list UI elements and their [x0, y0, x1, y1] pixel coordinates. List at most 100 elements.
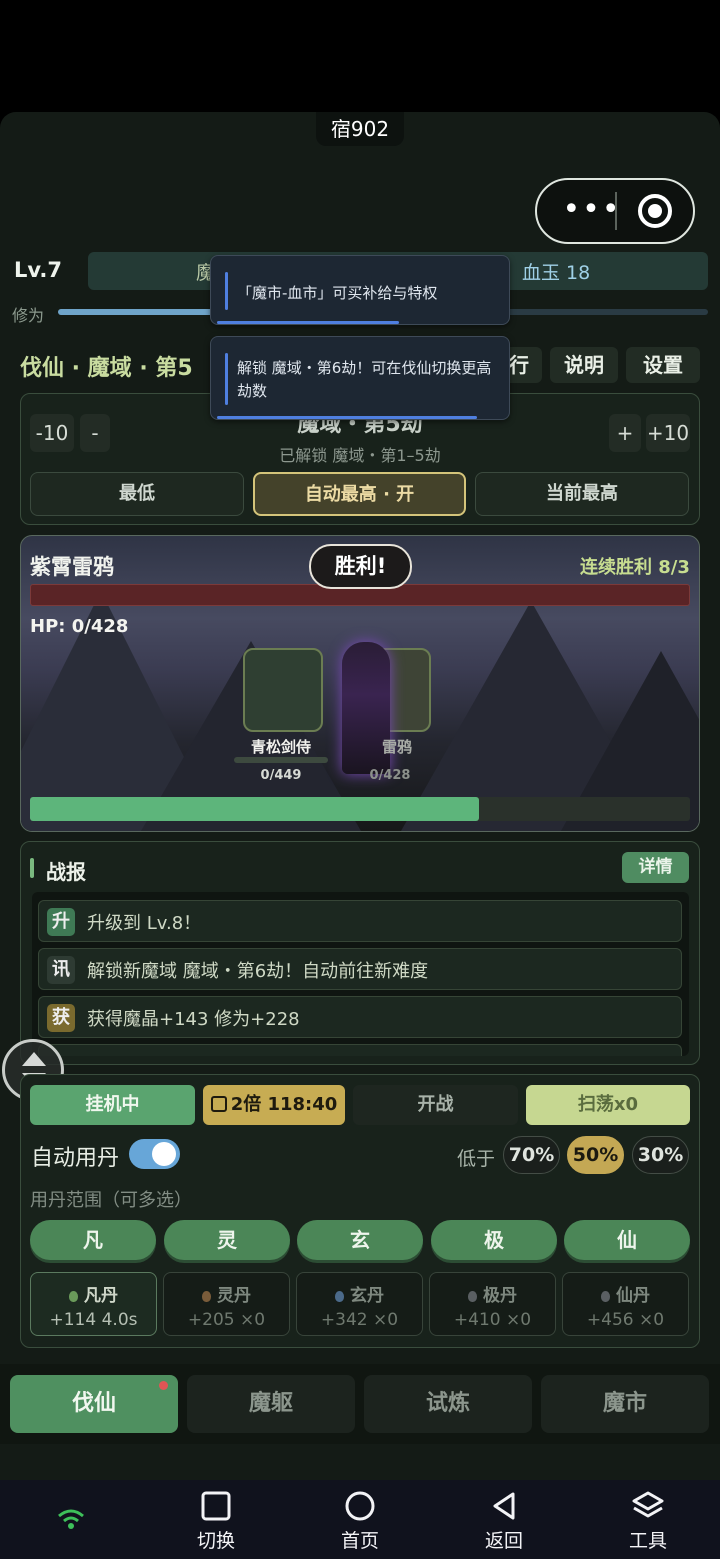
dan-name: 仙丹: [616, 1286, 650, 1306]
toast-progress: [217, 321, 399, 324]
status-bar: [0, 0, 720, 112]
close-target-icon[interactable]: [638, 194, 672, 228]
xuan-dan-icon: [335, 1291, 344, 1302]
tab-faxian[interactable]: 伐仙: [10, 1375, 178, 1433]
nav-back[interactable]: 返回: [464, 1490, 544, 1553]
dan-card-ling[interactable]: 灵丹 +205 ×0: [163, 1272, 290, 1336]
grade-xuan-button[interactable]: 玄: [297, 1220, 423, 1260]
mode-current-highest-button[interactable]: 当前最高: [475, 472, 689, 516]
dan-name: 凡丹: [84, 1286, 118, 1306]
double-speed-button[interactable]: 2倍 118:40: [203, 1085, 345, 1125]
plus10-button[interactable]: +10: [646, 414, 690, 452]
report-detail-button[interactable]: 详情: [622, 852, 689, 883]
list-item: [38, 1044, 682, 1056]
dan-card-xuan[interactable]: 玄丹 +342 ×0: [296, 1272, 423, 1336]
battle-progress-fill: [30, 797, 479, 821]
fight-button[interactable]: 开战: [353, 1085, 518, 1125]
toast-accent: [225, 353, 228, 405]
ally-name: 青松剑侍: [250, 738, 311, 756]
minus1-button[interactable]: -: [80, 414, 110, 452]
grade-ling-button[interactable]: 灵: [164, 1220, 290, 1260]
dan-extra: ×0: [373, 1310, 399, 1330]
auto-dan-label: 自动用丹: [31, 1146, 120, 1171]
dan-extra: ×0: [240, 1310, 266, 1330]
enemy-hp-text: HP: 0/428: [30, 616, 129, 637]
circle-icon: [320, 1490, 400, 1522]
nav-label: 工具: [628, 1530, 667, 1552]
report-accent: [30, 858, 34, 878]
explain-button[interactable]: 说明: [550, 347, 618, 383]
fan-dan-icon: [69, 1291, 78, 1302]
mode-auto-highest-button[interactable]: 自动最高 · 开: [253, 472, 466, 516]
grade-fan-button[interactable]: 凡: [30, 1220, 156, 1260]
threshold-70-button[interactable]: 70%: [503, 1136, 560, 1174]
nav-label: 返回: [484, 1530, 523, 1552]
toast-blood-market: 「魔市-血市」可买补给与特权: [210, 255, 510, 325]
region-title: 伐仙 · 魔域 · 第5: [20, 356, 193, 381]
toast-accent: [225, 272, 228, 310]
dan-name: 灵丹: [217, 1286, 251, 1306]
dan-card-fan[interactable]: 凡丹 +114 4.0s: [30, 1272, 157, 1336]
mini-program-capsule: •••: [535, 178, 695, 244]
dan-card-ji[interactable]: 极丹 +410 ×0: [429, 1272, 556, 1336]
dan-extra: ×0: [506, 1310, 532, 1330]
victory-badge: 胜利!: [309, 544, 412, 589]
nav-tools[interactable]: 工具: [608, 1490, 688, 1553]
dan-value: +205: [187, 1310, 235, 1330]
dan-name: 极丹: [483, 1286, 517, 1306]
toast-text: 「魔市-血市」可买补给与特权: [237, 284, 438, 302]
ally-portrait: [243, 648, 323, 732]
ally-hp: 0/449: [260, 768, 302, 783]
mode-lowest-button[interactable]: 最低: [30, 472, 244, 516]
sweep-button[interactable]: 扫荡x0: [526, 1085, 690, 1125]
notification-dot: [159, 1381, 168, 1390]
log-tag: 讯: [47, 956, 75, 984]
dan-extra: 4.0s: [101, 1310, 138, 1330]
foe-hp: 0/428: [369, 768, 411, 783]
capsule-divider: [615, 192, 617, 230]
resource-blood-jade: 血玉 18: [522, 262, 591, 284]
dan-name: 玄丹: [350, 1286, 384, 1306]
toast-unlock: 解锁 魔域・第6劫！可在伐仙切换更高劫数: [210, 336, 510, 420]
list-item: 讯 解锁新魔域 魔域・第6劫！自动前往新难度: [38, 948, 682, 990]
wifi-icon: [58, 1508, 84, 1534]
plus1-button[interactable]: +: [609, 414, 641, 452]
window-title: 宿902: [316, 112, 404, 146]
grade-ji-button[interactable]: 极: [431, 1220, 557, 1260]
dan-extra: ×0: [639, 1310, 665, 1330]
tab-moqu[interactable]: 魔躯: [187, 1375, 355, 1433]
threshold-50-button[interactable]: 50%: [567, 1136, 624, 1174]
log-text: 获得魔晶+143 修为+228: [87, 1009, 300, 1030]
chevron-up-icon: [22, 1052, 46, 1066]
difficulty-subtitle: 已解锁 魔域・第1–5劫: [279, 446, 441, 465]
toast-text: 解锁 魔域・第6劫！可在伐仙切换更高劫数: [237, 359, 492, 400]
settings-button[interactable]: 设置: [626, 347, 700, 383]
list-item: 获 获得魔晶+143 修为+228: [38, 996, 682, 1038]
idle-button[interactable]: 挂机中: [30, 1085, 195, 1125]
auto-dan-toggle[interactable]: [129, 1139, 180, 1169]
dan-range-label: 用丹范围（可多选）: [30, 1190, 192, 1211]
threshold-label: 低于: [457, 1148, 496, 1170]
ji-dan-icon: [468, 1291, 477, 1302]
nav-home[interactable]: 首页: [320, 1490, 400, 1553]
xian-dan-icon: [601, 1291, 610, 1302]
threshold-30-button[interactable]: 30%: [632, 1136, 689, 1174]
log-tag: 升: [47, 908, 75, 936]
nav-label: 首页: [340, 1530, 379, 1552]
grade-xian-button[interactable]: 仙: [564, 1220, 690, 1260]
report-title: 战报: [46, 860, 86, 884]
list-item: 升 升级到 Lv.8！: [38, 900, 682, 942]
minus10-button[interactable]: -10: [30, 414, 74, 452]
log-text: 解锁新魔域 魔域・第6劫！自动前往新难度: [87, 961, 429, 982]
back-triangle-icon: [464, 1490, 544, 1522]
double-speed-label: 2倍 118:40: [230, 1094, 338, 1115]
toggle-knob: [152, 1142, 176, 1166]
nav-switch[interactable]: 切换: [176, 1490, 256, 1553]
dan-value: +342: [320, 1310, 368, 1330]
dan-card-xian[interactable]: 仙丹 +456 ×0: [562, 1272, 689, 1336]
enemy-name: 紫霄雷鸦: [30, 555, 114, 579]
dan-value: +114: [49, 1310, 97, 1330]
tab-moshi[interactable]: 魔市: [541, 1375, 709, 1433]
player-level: Lv.7: [14, 258, 62, 282]
tab-shilian[interactable]: 试炼: [364, 1375, 532, 1433]
